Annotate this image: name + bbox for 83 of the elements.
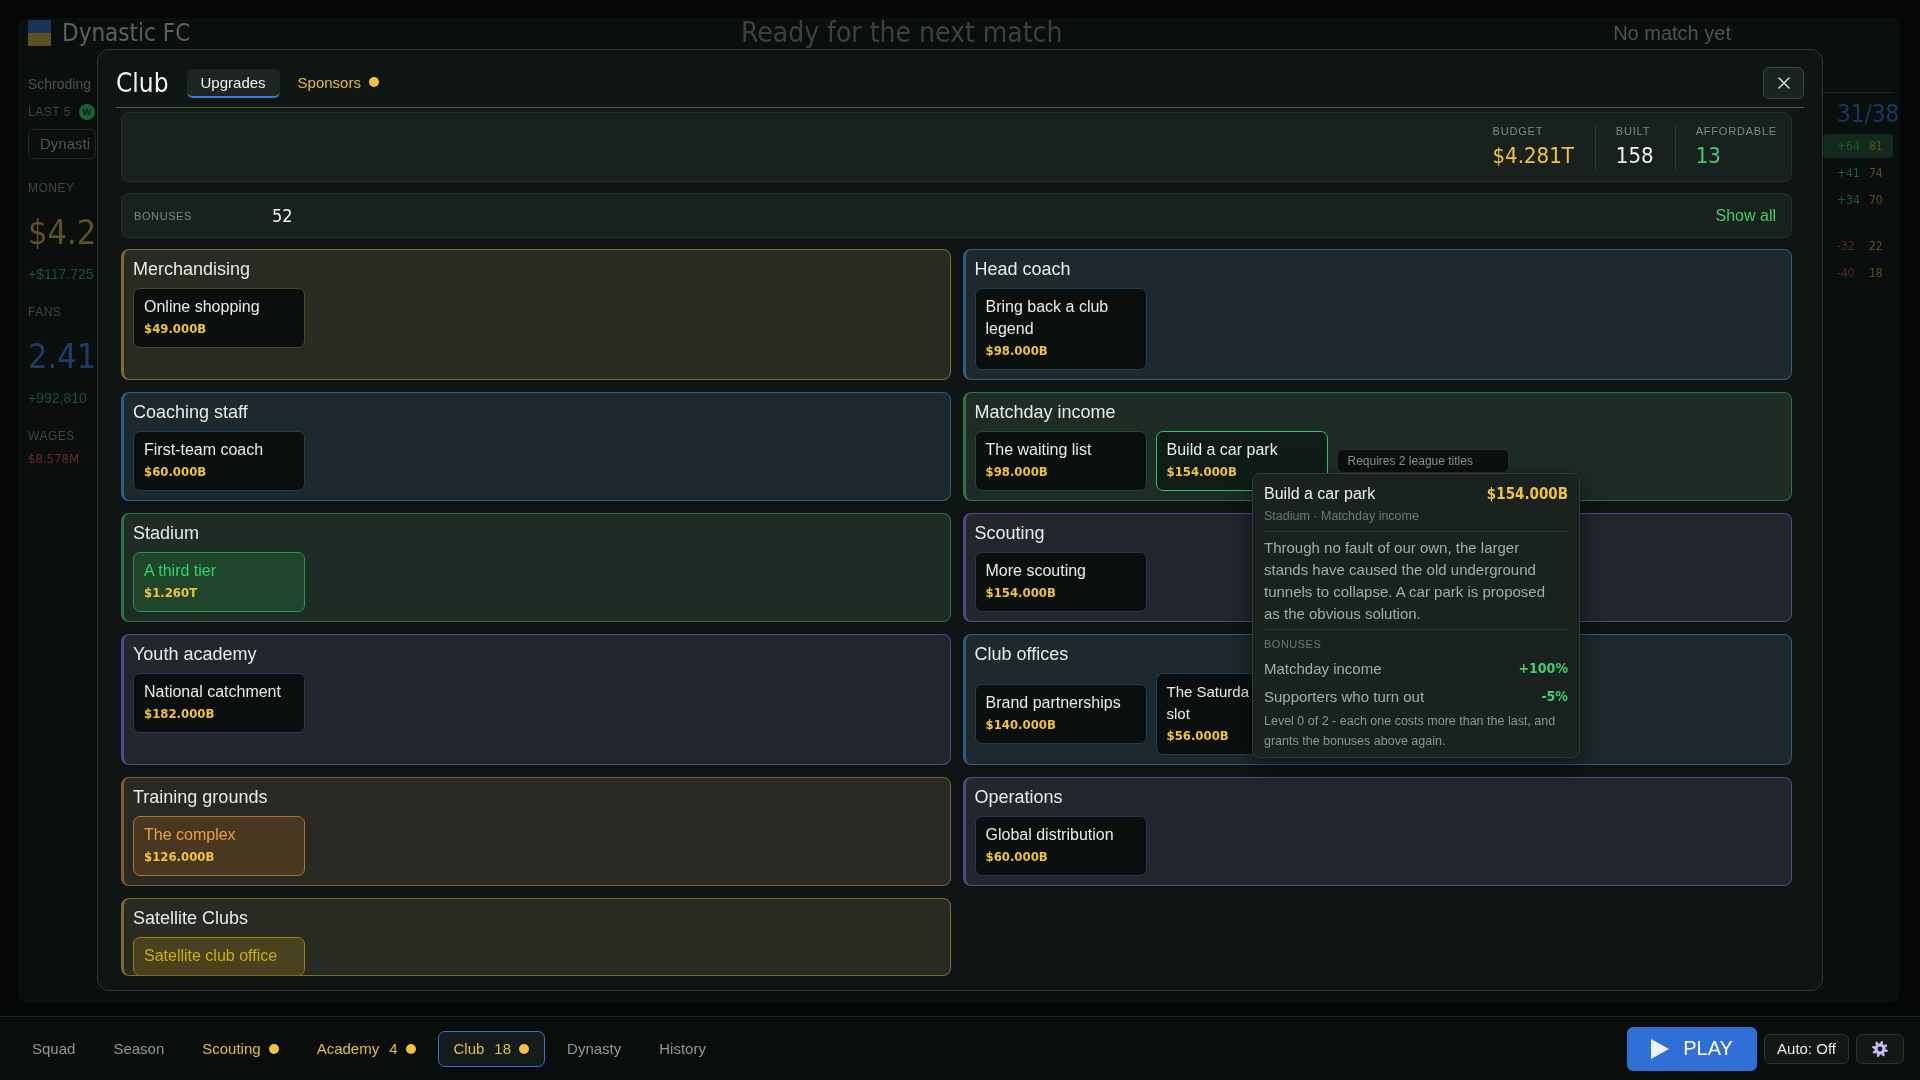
category-title: Operations [974,786,1063,808]
summary-value: 158 [1615,142,1654,170]
bonus-value: +100% [1518,660,1568,676]
settings-button[interactable] [1856,1033,1904,1064]
upgrade-card[interactable]: Brand partnerships $140.000B [974,684,1147,744]
bonus-name: Supporters who turn out [1264,687,1425,705]
bonuses-heading: BONUSES [1264,637,1322,652]
stat-value: $8.578M [28,450,79,468]
bonus-name: Matchday income [1264,659,1382,677]
upgrade-card[interactable]: Online shopping $49.000B [133,288,305,348]
stat-change: +$117.725 [28,265,94,283]
tooltip-path: Stadium · Matchday income [1264,508,1419,525]
close-button[interactable] [1763,67,1804,99]
locked-upgrade-card: Requires 2 league titles [1336,449,1509,473]
manager-name: Schroding [28,75,92,94]
stat-value: 2.41 [28,335,97,378]
modal-title: Club [116,67,169,99]
category-title: Stadium [133,522,200,544]
notification-dot-icon [405,1043,416,1054]
close-icon [1777,77,1790,89]
settings-icon [1872,1040,1888,1057]
goal-difference: +34 [1837,193,1861,207]
points-value: 74 [1869,166,1883,180]
next-match-text: No match yet [1613,21,1731,45]
modal-tab[interactable]: Sponsors [283,68,393,98]
notification-dot-icon [268,1043,279,1054]
play-button[interactable]: PLAY [1627,1026,1758,1071]
summary-value: $4.281T [1492,142,1574,170]
modal-tab[interactable]: Upgrades [186,68,280,98]
summary-label: BUDGET [1492,124,1544,138]
points-value: 70 [1869,193,1883,207]
show-all-link[interactable]: Show all [1715,206,1776,225]
upgrade-card[interactable]: More scouting $154.000B [974,552,1147,612]
category-title: Training grounds [133,786,268,808]
upgrade-card[interactable]: Satellite club office [133,937,305,975]
points-value: 18 [1869,266,1883,280]
nav-tab[interactable]: Season [97,1030,181,1067]
summary-label: AFFORDABLE [1695,124,1777,138]
goal-difference: -40 [1837,266,1856,280]
category-title: Coaching staff [133,401,248,423]
upgrade-card[interactable]: First-team coach $60.000B [133,431,305,491]
notification-dot-icon [368,77,379,87]
matchweek-count: 31/38 [1836,100,1900,128]
flag-icon [28,20,51,46]
upgrade-card[interactable]: The waiting list $98.000B [974,431,1147,491]
category-title: Scouting [974,522,1045,544]
summary-label: BUILT [1615,124,1651,138]
points-value: 81 [1869,139,1883,153]
nav-tab[interactable]: Squad [16,1030,92,1067]
upgrade-card[interactable]: A third tier $1.260T [133,552,305,612]
club-name: Dynastic FC [62,19,191,47]
auto-play-button[interactable]: Auto: Off [1764,1033,1849,1064]
nav-tab[interactable]: Club 18 [437,1030,546,1067]
tooltip-description: Through no fault of our own, the larger stands have caused the old underground tunnels to collapse. A car park is proposed as the obvious solution. [1264,538,1546,624]
upgrade-card[interactable]: National catchment $182.000B [133,673,305,733]
bonus-value: -5% [1541,688,1568,704]
stat-change: +992,810 [28,389,87,407]
nav-tab[interactable]: Academy 4 [300,1030,432,1067]
category-title: Head coach [974,258,1071,280]
nav-tab[interactable]: History [643,1030,722,1067]
upgrade-card[interactable]: The Saturda slot $56.000B [1155,673,1253,755]
goal-difference: -32 [1837,239,1856,253]
category-title: Club offices [974,643,1069,665]
stat-value: $4.2 [28,211,97,254]
nav-tab[interactable]: Scouting [186,1030,295,1067]
category-title: Matchday income [974,401,1116,423]
category-title: Merchandising [133,258,251,280]
category-title: Satellite Clubs [133,907,249,929]
summary-value: 13 [1695,142,1721,170]
level-note: Level 0 of 2 - each one costs more than the last, and grants the bonuses above again. [1264,713,1557,750]
bonuses-label: BONUSES [134,209,193,222]
bonuses-count: 52 [272,205,293,226]
upgrade-card[interactable]: Global distribution $60.000B [974,816,1147,876]
form-result-badge: W [78,104,95,120]
notification-dot-icon [519,1043,530,1054]
goal-difference: +41 [1837,166,1861,180]
tooltip-price: $154.000B [1486,484,1568,505]
category-title: Youth academy [133,643,257,665]
points-value: 22 [1869,239,1883,253]
upgrade-card[interactable]: Bring back a club legend $98.000B [974,288,1147,370]
upgrade-card[interactable]: The complex $126.000B [133,816,305,876]
nav-tab[interactable]: Dynasty [551,1030,638,1067]
play-icon [1651,1038,1670,1059]
